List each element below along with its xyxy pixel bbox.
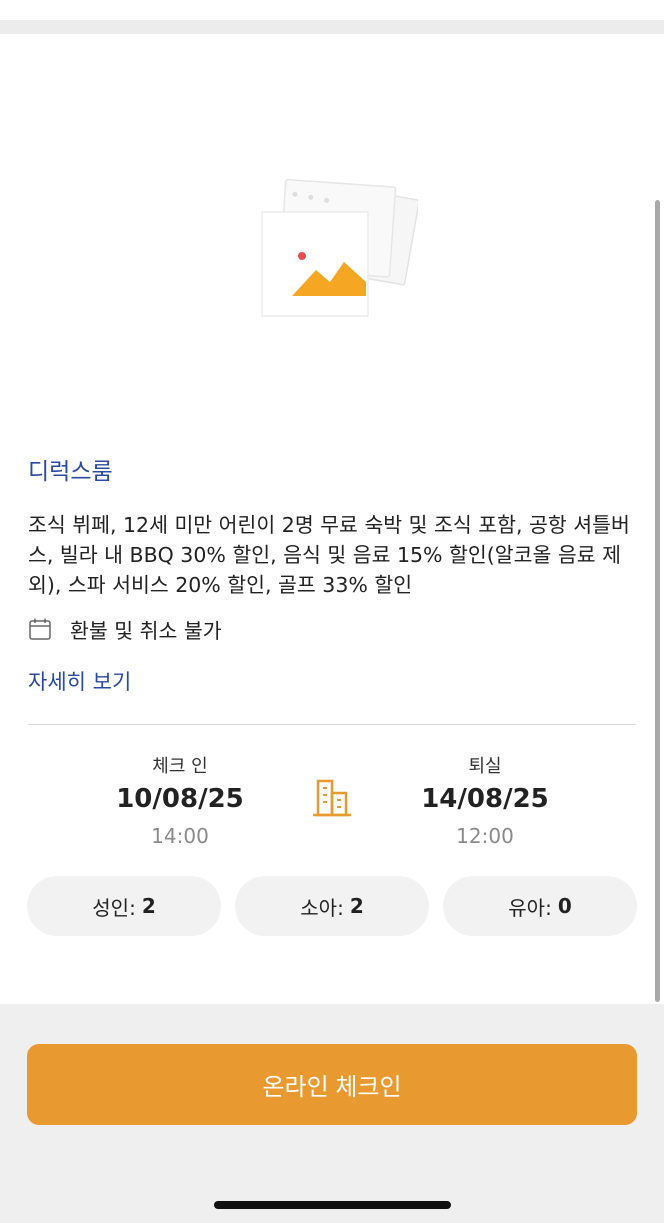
- adult-count-pill: 성인: 2: [27, 876, 221, 936]
- infant-label: 유아:: [508, 895, 552, 920]
- image-placeholder-icon: [261, 178, 418, 317]
- child-count: 2: [349, 894, 364, 918]
- room-title: 디럭스룸: [28, 459, 113, 485]
- checkin-label: 체크 인: [152, 756, 208, 777]
- checkout-info: 퇴실 14/08/25 12:00: [385, 752, 585, 848]
- calendar-icon: [29, 618, 51, 640]
- adult-label: 성인:: [92, 895, 136, 920]
- adult-count: 2: [141, 894, 156, 918]
- checkin-date: 10/08/25: [116, 784, 244, 814]
- infant-count: 0: [557, 894, 572, 918]
- header-divider-bar: [0, 20, 664, 34]
- child-count-pill: 소아: 2: [235, 876, 429, 936]
- scrollbar[interactable]: [655, 200, 660, 1002]
- home-indicator[interactable]: [214, 1201, 451, 1209]
- room-description: 조식 뷔페, 12세 미만 어린이 2명 무료 숙박 및 조식 포함, 공항 셔…: [28, 513, 630, 597]
- top-margin: [0, 0, 664, 20]
- online-checkin-button[interactable]: 온라인 체크인: [27, 1044, 637, 1125]
- checkout-label: 퇴실: [468, 756, 502, 777]
- child-label: 소아:: [300, 895, 344, 920]
- refund-policy-row: 환불 및 취소 불가: [28, 614, 222, 644]
- refund-policy-text: 환불 및 취소 불가: [70, 619, 222, 643]
- checkin-time: 14:00: [151, 824, 209, 848]
- view-details-link[interactable]: 자세히 보기: [28, 666, 131, 696]
- checkin-info: 체크 인 10/08/25 14:00: [80, 752, 280, 848]
- checkout-date: 14/08/25: [421, 784, 549, 814]
- building-icon: [313, 779, 351, 817]
- checkout-time: 12:00: [456, 824, 514, 848]
- infant-count-pill: 유아: 0: [443, 876, 637, 936]
- section-divider: [28, 724, 636, 725]
